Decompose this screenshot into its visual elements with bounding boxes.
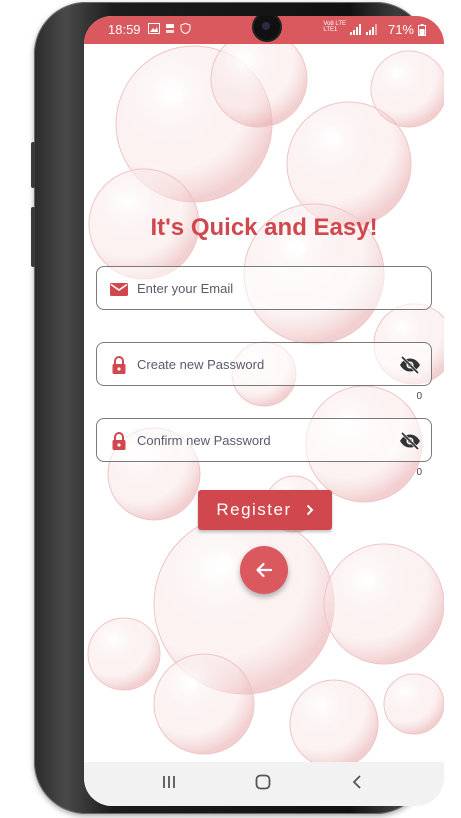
email-input[interactable]	[137, 267, 387, 309]
new-password-field[interactable]	[96, 342, 432, 386]
confirm-password-counter: 0	[416, 467, 422, 478]
email-field[interactable]	[96, 266, 432, 310]
app-screen: 18:59 Vo8 LTE LTE1 71% It's Quick and Ea…	[84, 16, 444, 806]
signal-bars	[350, 24, 378, 35]
confirm-password-input[interactable]	[137, 419, 387, 461]
arrow-left-icon	[256, 562, 273, 578]
eye-off-icon[interactable]	[399, 355, 421, 375]
new-password-counter: 0	[416, 391, 422, 402]
register-button[interactable]: Register	[198, 490, 332, 530]
eye-off-icon[interactable]	[399, 431, 421, 451]
image-icon	[148, 23, 160, 34]
data-speed-icon	[166, 24, 174, 33]
register-label: Register	[216, 500, 292, 519]
power-button	[31, 207, 35, 267]
front-camera	[252, 16, 282, 42]
signal-icon	[366, 24, 377, 35]
signal-icon	[350, 24, 361, 35]
bubble-background	[87, 44, 444, 766]
back-icon[interactable]	[352, 774, 362, 790]
status-bar: 18:59 Vo8 LTE LTE1 71%	[84, 16, 444, 44]
battery-icon	[418, 24, 426, 36]
mail-icon	[110, 283, 128, 296]
home-icon[interactable]	[255, 774, 271, 790]
network-label-2: LTE1	[323, 27, 338, 33]
network-type: Vo8 LTE LTE1	[323, 21, 346, 33]
status-time: 18:59	[108, 22, 141, 37]
volume-button	[31, 142, 35, 188]
confirm-password-field[interactable]	[96, 418, 432, 462]
phone-frame: 18:59 Vo8 LTE LTE1 71% It's Quick and Ea…	[31, 2, 444, 814]
lock-icon	[112, 432, 126, 450]
page-title: It's Quick and Easy!	[150, 214, 378, 241]
lock-icon	[112, 356, 126, 374]
battery-level: 71%	[387, 22, 414, 37]
notification-icons	[148, 23, 191, 34]
system-nav-bar	[84, 762, 444, 806]
new-password-input[interactable]	[137, 343, 387, 385]
chevron-right-icon	[306, 504, 314, 516]
recent-apps-icon[interactable]	[162, 774, 176, 790]
shield-icon	[180, 23, 191, 34]
back-button[interactable]	[240, 546, 288, 594]
